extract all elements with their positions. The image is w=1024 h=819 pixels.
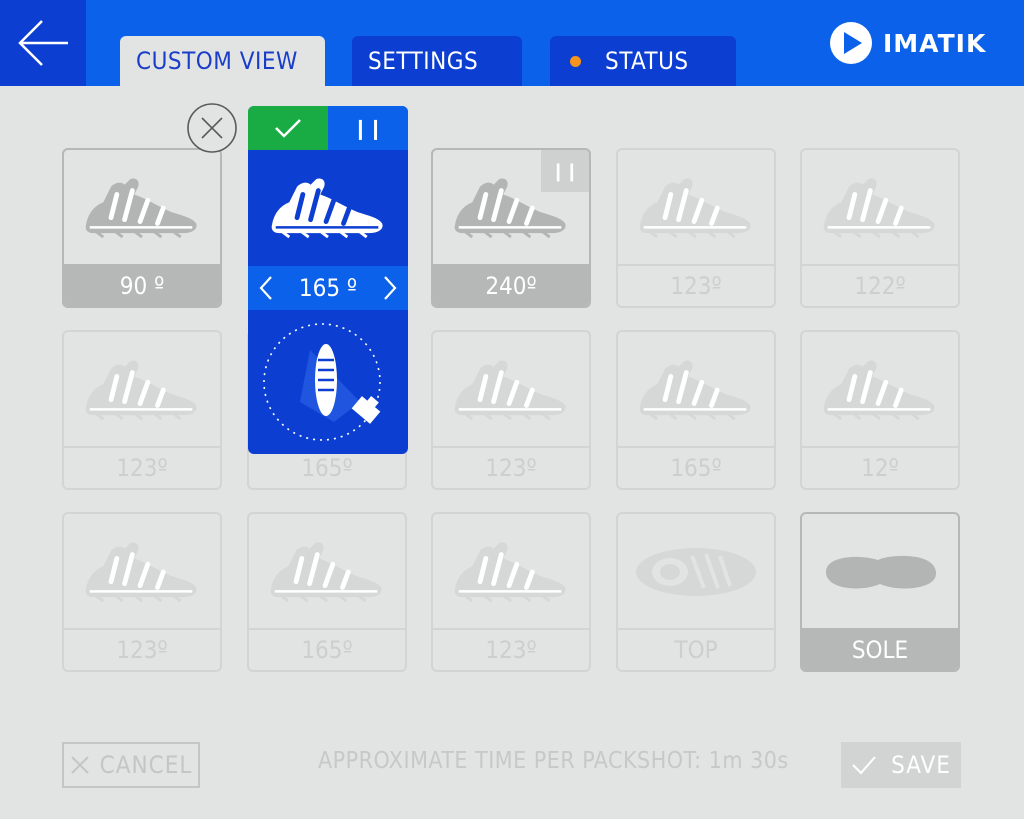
sneaker-image [64, 150, 220, 266]
view-card[interactable]: 123º [62, 512, 222, 672]
sneaker-image [64, 332, 220, 448]
pause-icon[interactable]: ❙❙ [541, 150, 589, 192]
pause-icon: ❙❙ [352, 116, 384, 140]
top-bar: CUSTOM VIEW SETTINGS STATUS IMATIK [0, 0, 1024, 86]
view-angle-label: 165º [249, 628, 405, 670]
tab-status-label: STATUS [605, 47, 689, 75]
sneaker-image [618, 150, 774, 266]
play-logo-icon [830, 22, 872, 64]
view-angle-label: TOP [618, 628, 774, 670]
view-angle-label: 165º [618, 446, 774, 488]
next-angle-button[interactable] [372, 266, 408, 310]
view-angle-label: 123º [64, 446, 220, 488]
view-card[interactable]: 123º [616, 148, 776, 308]
view-angle-label: 12º [802, 446, 958, 488]
checkmark-icon [852, 756, 876, 775]
view-card[interactable]: 165º [247, 512, 407, 672]
sneaker-image [433, 332, 589, 448]
view-card[interactable]: 122º [800, 148, 960, 308]
view-card-sole[interactable]: SOLE [800, 512, 960, 672]
tab-custom-view-label: CUSTOM VIEW [136, 47, 298, 75]
chevron-right-icon [384, 276, 397, 300]
tab-settings[interactable]: SETTINGS [352, 36, 522, 86]
close-icon [70, 756, 89, 774]
tab-status[interactable]: STATUS [550, 36, 736, 86]
sneaker-image [802, 150, 958, 266]
status-dot [570, 55, 581, 67]
sneaker-sole-image [802, 514, 958, 630]
view-card[interactable]: 123º [431, 512, 591, 672]
tab-settings-label: SETTINGS [368, 47, 479, 75]
view-angle-label: 123º [433, 628, 589, 670]
sneaker-image [249, 514, 405, 630]
cancel-label: CANCEL [99, 751, 193, 779]
view-angle-label: 240º [433, 264, 589, 306]
view-angle-label: 123º [618, 264, 774, 306]
view-card[interactable]: 165º [616, 330, 776, 490]
approx-time-text: APPROXIMATE TIME PER PACKSHOT: 1m 30s [318, 748, 789, 774]
close-circle-icon[interactable] [186, 102, 238, 154]
view-card[interactable]: ❙❙ 240º [431, 148, 591, 308]
sneaker-image [802, 332, 958, 448]
cancel-button[interactable]: CANCEL [62, 742, 200, 788]
sneaker-image [618, 332, 774, 448]
save-button[interactable]: SAVE [841, 742, 961, 788]
sneaker-top-image [618, 514, 774, 630]
view-angle-label: 123º [433, 446, 589, 488]
view-card[interactable]: 123º [431, 330, 591, 490]
prev-angle-button[interactable] [248, 266, 284, 310]
selected-view-panel: ❙❙ 165 º [248, 106, 408, 454]
selected-sneaker-image [248, 150, 408, 266]
checkmark-icon [275, 119, 301, 138]
camera-angle-diagram [248, 310, 408, 454]
view-angle-label: 122º [802, 264, 958, 306]
save-label: SAVE [891, 751, 951, 779]
back-button[interactable] [0, 0, 86, 86]
chevron-left-icon [259, 276, 272, 300]
confirm-button[interactable] [248, 106, 328, 150]
view-angle-label: SOLE [802, 628, 958, 670]
view-angle-label: 90 º [64, 264, 220, 306]
sneaker-image [433, 514, 589, 630]
sneaker-image [64, 514, 220, 630]
view-card[interactable]: 12º [800, 330, 960, 490]
pause-button[interactable]: ❙❙ [328, 106, 408, 150]
imatik-logo: IMATIK [829, 21, 986, 65]
view-card[interactable]: 123º [62, 330, 222, 490]
view-card-top[interactable]: TOP [616, 512, 776, 672]
arrow-left-icon [18, 20, 68, 66]
view-card[interactable]: 90 º [62, 148, 222, 308]
tab-custom-view[interactable]: CUSTOM VIEW [120, 36, 325, 86]
angle-selector: 165 º [248, 266, 408, 310]
logo-text: IMATIK [883, 28, 987, 58]
angle-value: 165 º [298, 274, 358, 302]
view-angle-label: 123º [64, 628, 220, 670]
